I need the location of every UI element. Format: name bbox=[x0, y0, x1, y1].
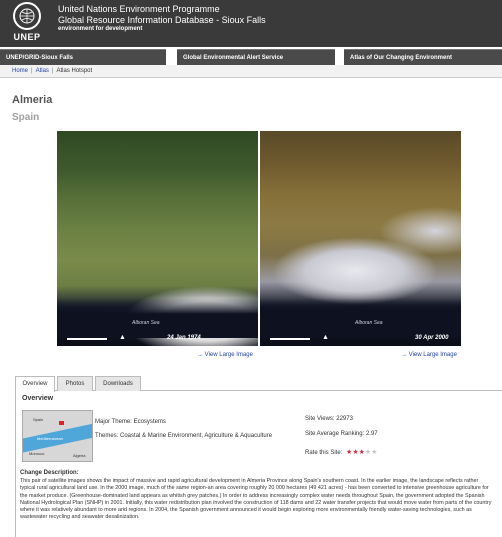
themes-value: Coastal & Marine Environment, Agricultur… bbox=[120, 433, 273, 439]
ranking-label: Site Average Ranking: bbox=[305, 431, 365, 437]
breadcrumb-separator: | bbox=[51, 68, 54, 74]
rate-label: Rate this Site: bbox=[305, 450, 343, 456]
arrow-icon: → bbox=[401, 352, 409, 358]
globe-icon bbox=[13, 2, 41, 30]
map-label-sea: Mediterranean bbox=[37, 436, 63, 441]
major-theme-label: Major Theme: bbox=[95, 419, 132, 425]
scale-bar bbox=[270, 338, 310, 340]
tab-photos[interactable]: Photos bbox=[57, 376, 93, 391]
site-ranking: Site Average Ranking: 2.97 bbox=[305, 431, 378, 437]
nav-tab-atlas[interactable]: Atlas of Our Changing Environment bbox=[344, 49, 502, 65]
north-arrow-icon: ▲ bbox=[119, 334, 126, 341]
page-subtitle: Spain bbox=[12, 112, 40, 123]
satellite-image-after[interactable]: Alboran Sea ▲ 30 Apr 2000 bbox=[260, 131, 461, 346]
site-views-label: Site Views: bbox=[305, 416, 335, 422]
themes-label: Themes: bbox=[95, 433, 119, 439]
description-heading: Change Description: bbox=[20, 470, 79, 476]
tab-downloads[interactable]: Downloads bbox=[95, 376, 141, 391]
description-text: This pair of satellite images shows the … bbox=[20, 478, 492, 521]
nav-tab-grid-sioux-falls[interactable]: UNEP/GRID-Sioux Falls bbox=[0, 49, 166, 65]
view-large-label: View Large Image bbox=[204, 352, 253, 358]
breadcrumb-atlas[interactable]: Atlas bbox=[36, 68, 49, 74]
site-views: Site Views: 22973 bbox=[305, 416, 353, 422]
view-large-image-link-before[interactable]: → View Large Image bbox=[197, 352, 253, 358]
org-tagline: environment for development bbox=[58, 26, 143, 32]
sea-label: Alboran Sea bbox=[132, 320, 160, 326]
image-date: 24 Jan 1974 bbox=[167, 335, 201, 341]
location-marker bbox=[59, 421, 64, 425]
view-large-image-link-after[interactable]: → View Large Image bbox=[401, 352, 457, 358]
locator-map: Spain Mediterranean Morocco Algeria bbox=[22, 410, 93, 462]
content-tabs: Overview Photos Downloads bbox=[15, 375, 502, 392]
overview-panel: Overview Spain Mediterranean Morocco Alg… bbox=[15, 391, 502, 537]
map-label-algeria: Algeria bbox=[73, 453, 86, 458]
main-nav: UNEP/GRID-Sioux Falls Global Environment… bbox=[0, 47, 502, 65]
unep-logo[interactable]: UNEP bbox=[8, 2, 46, 44]
site-header: UNEP United Nations Environment Programm… bbox=[0, 0, 502, 47]
star-icon[interactable]: ★ bbox=[371, 449, 377, 456]
view-large-label: View Large Image bbox=[408, 352, 457, 358]
sea-area bbox=[260, 298, 461, 338]
north-arrow-icon: ▲ bbox=[322, 334, 329, 341]
tab-overview[interactable]: Overview bbox=[15, 376, 55, 392]
major-theme-value: Ecosystems bbox=[133, 419, 166, 425]
image-date: 30 Apr 2000 bbox=[415, 335, 449, 341]
logo-text: UNEP bbox=[13, 32, 41, 42]
rate-site: Rate this Site: ★★★★★ bbox=[305, 448, 377, 456]
org-subname: Global Resource Information Database - S… bbox=[58, 15, 266, 25]
page-title: Almeria bbox=[12, 94, 53, 106]
sea-area bbox=[57, 298, 258, 338]
major-theme: Major Theme: Ecosystems bbox=[95, 419, 166, 425]
site-views-value: 22973 bbox=[336, 416, 353, 422]
rating-stars[interactable]: ★★★★★ bbox=[346, 448, 377, 456]
org-name: United Nations Environment Programme bbox=[58, 4, 220, 14]
satellite-image-before[interactable]: Alboran Sea ▲ 24 Jan 1974 bbox=[57, 131, 258, 346]
breadcrumb-home[interactable]: Home bbox=[12, 68, 28, 74]
breadcrumb: Home | Atlas | Atlas Hotspot bbox=[0, 65, 502, 78]
arrow-icon: → bbox=[197, 352, 205, 358]
nav-tab-alert-service[interactable]: Global Environmental Alert Service bbox=[177, 49, 335, 65]
ranking-value: 2.97 bbox=[365, 431, 378, 437]
sea-label: Alboran Sea bbox=[355, 320, 383, 326]
scale-bar bbox=[67, 338, 107, 340]
breadcrumb-current: Atlas Hotspot bbox=[56, 68, 93, 74]
overview-heading: Overview bbox=[22, 395, 54, 402]
breadcrumb-separator: | bbox=[31, 68, 33, 74]
themes: Themes: Coastal & Marine Environment, Ag… bbox=[95, 433, 272, 439]
map-label-morocco: Morocco bbox=[29, 451, 45, 456]
map-label-spain: Spain bbox=[33, 417, 44, 422]
